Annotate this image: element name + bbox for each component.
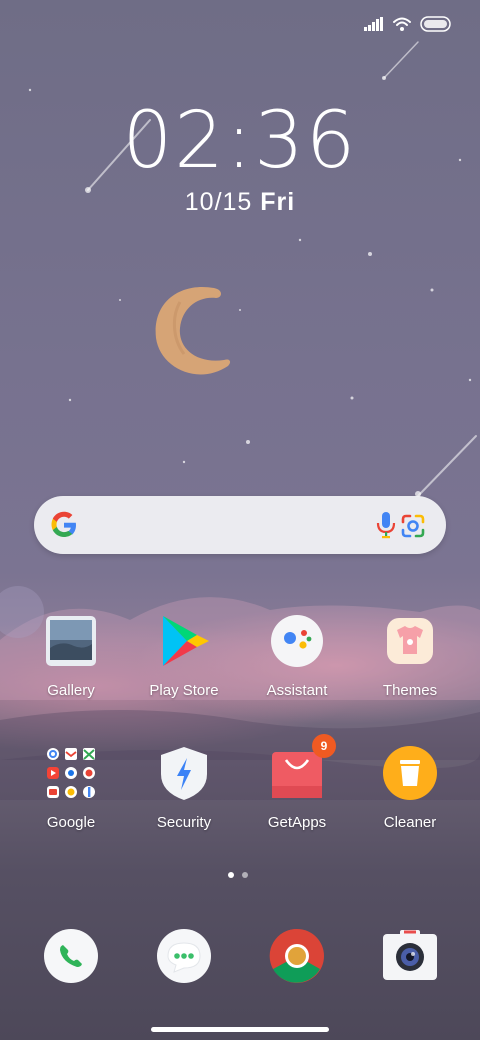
google-search-bar[interactable] xyxy=(34,496,446,554)
phone-icon[interactable] xyxy=(43,928,99,984)
app-label: Cleaner xyxy=(383,814,437,831)
app-cleaner[interactable]: Cleaner xyxy=(355,746,465,831)
getapps-icon: 9 xyxy=(270,734,336,800)
app-themes[interactable]: Themes xyxy=(355,614,465,699)
camera-icon[interactable] xyxy=(382,928,438,984)
themes-icon xyxy=(383,614,437,668)
home-indicator[interactable] xyxy=(151,1027,329,1032)
app-label: Themes xyxy=(382,682,438,699)
app-label: Play Store xyxy=(149,682,219,699)
status-bar xyxy=(364,16,452,32)
app-label: GetApps xyxy=(267,814,327,831)
clock-time[interactable]: 02:36 xyxy=(0,96,480,186)
security-icon xyxy=(157,746,211,800)
app-google-folder[interactable]: Google xyxy=(16,746,126,831)
cleaner-icon xyxy=(383,746,437,800)
app-label: Gallery xyxy=(47,682,95,699)
notification-badge: 9 xyxy=(312,734,336,758)
app-getapps[interactable]: 9 GetApps xyxy=(242,734,352,831)
chrome-icon[interactable] xyxy=(269,928,325,984)
assistant-icon xyxy=(270,614,324,668)
date-label: 10/15 xyxy=(184,188,253,216)
google-lens-icon[interactable] xyxy=(400,513,426,544)
page-dot-active xyxy=(228,872,234,878)
google-folder-icon xyxy=(44,746,98,800)
page-indicator[interactable] xyxy=(228,872,248,878)
microphone-icon[interactable] xyxy=(376,510,396,545)
app-gallery[interactable]: Gallery xyxy=(16,614,126,699)
day-label: Fri xyxy=(260,188,296,216)
google-g-icon xyxy=(50,511,78,544)
play-store-icon xyxy=(157,614,211,668)
clock-date[interactable]: 10/15 Fri xyxy=(0,188,480,217)
app-label: Security xyxy=(156,814,212,831)
battery-icon xyxy=(420,16,452,32)
gallery-icon xyxy=(44,614,98,668)
page-dot xyxy=(242,872,248,878)
app-security[interactable]: Security xyxy=(129,746,239,831)
app-label: Assistant xyxy=(266,682,328,699)
wifi-icon xyxy=(392,16,412,32)
messages-icon[interactable] xyxy=(156,928,212,984)
moon-illustration xyxy=(150,282,234,387)
app-label: Google xyxy=(46,814,96,831)
signal-icon xyxy=(364,17,384,31)
app-play-store[interactable]: Play Store xyxy=(129,614,239,699)
app-assistant[interactable]: Assistant xyxy=(242,614,352,699)
